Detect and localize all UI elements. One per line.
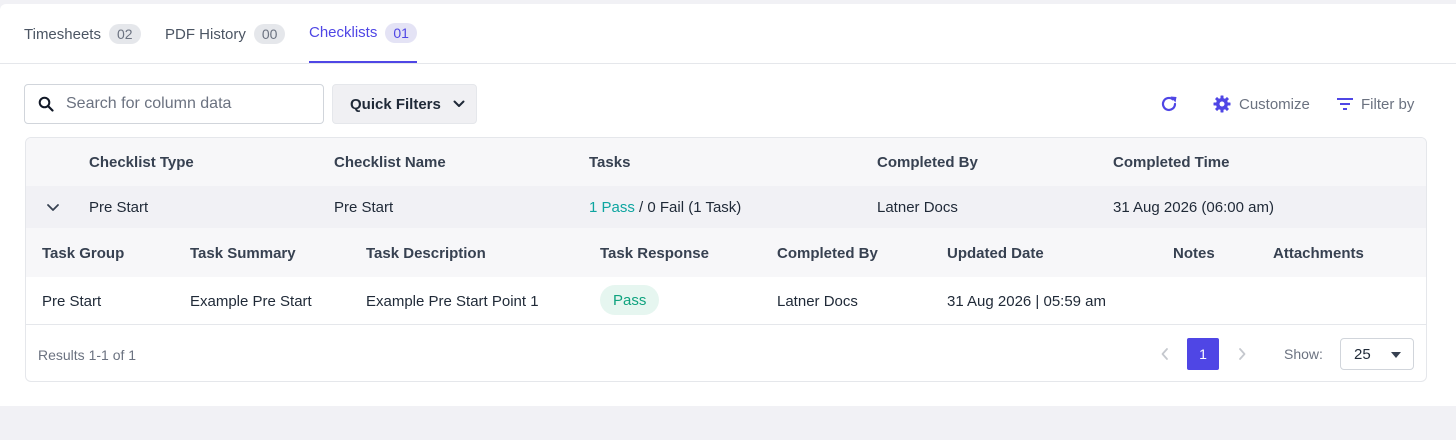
customize-label: Customize xyxy=(1239,95,1310,113)
show-label: Show: xyxy=(1284,346,1323,362)
tab-count-badge: 00 xyxy=(253,24,286,44)
column-header-checklist-type[interactable]: Checklist Type xyxy=(89,154,194,171)
search-input[interactable] xyxy=(66,95,306,113)
chevron-down-icon[interactable] xyxy=(45,199,61,215)
caret-down-icon xyxy=(1391,352,1401,358)
tasks-summary: / 0 Fail (1 Task) xyxy=(634,199,742,216)
cell-updated-date: 31 Aug 2026 | 05:59 am xyxy=(947,293,1107,310)
tab-label: PDF History xyxy=(165,25,246,43)
tab-pdf-history[interactable]: PDF History 00 xyxy=(165,4,286,64)
column-header-attachments: Attachments xyxy=(1273,245,1364,262)
tab-checklists[interactable]: Checklists 01 xyxy=(309,4,417,63)
table-footer: Results 1-1 of 1 1 Show: 25 xyxy=(26,326,1426,381)
task-response-badge: Pass xyxy=(600,285,660,315)
tab-bar: Timesheets 02 PDF History 00 Checklists … xyxy=(0,4,1456,64)
tab-count-badge: 02 xyxy=(108,24,141,44)
tab-label: Timesheets xyxy=(24,25,101,43)
table-row[interactable]: Pre Start Pre Start 1 Pass / 0 Fail (1 T… xyxy=(26,186,1426,228)
results-count: Results 1-1 of 1 xyxy=(38,347,137,363)
filter-by-button[interactable]: Filter by xyxy=(1337,92,1414,116)
cell-task-description: Example Pre Start Point 1 xyxy=(366,293,539,310)
cell-checklist-name: Pre Start xyxy=(334,199,394,216)
filter-icon xyxy=(1337,98,1353,110)
column-header-task-description: Task Description xyxy=(366,245,486,262)
gear-icon xyxy=(1213,95,1231,113)
sub-table-header: Task Group Task Summary Task Description… xyxy=(26,228,1426,277)
column-header-completed-time[interactable]: Completed Time xyxy=(1113,154,1229,171)
page-size-select[interactable]: 25 xyxy=(1340,338,1414,370)
cell-completed-by: Latner Docs xyxy=(877,199,958,216)
column-header-updated-date: Updated Date xyxy=(947,245,1044,262)
checklists-panel: Timesheets 02 PDF History 00 Checklists … xyxy=(0,4,1456,406)
search-box[interactable] xyxy=(24,84,324,124)
chevron-left-icon[interactable] xyxy=(1160,347,1170,361)
checklists-table: Checklist Type Checklist Name Tasks Comp… xyxy=(25,137,1427,382)
page-size-value: 25 xyxy=(1354,345,1371,363)
column-header-task-group: Task Group xyxy=(42,245,125,262)
cell-task-group: Pre Start xyxy=(42,293,102,310)
column-header-checklist-name[interactable]: Checklist Name xyxy=(334,154,446,171)
cell-completed-time: 31 Aug 2026 (06:00 am) xyxy=(1113,199,1274,216)
quick-filters-label: Quick Filters xyxy=(350,95,441,113)
tasks-pass-count: 1 Pass xyxy=(589,199,635,216)
column-header-task-summary: Task Summary xyxy=(190,245,296,262)
quick-filters-button[interactable]: Quick Filters xyxy=(332,84,477,124)
tab-label: Checklists xyxy=(309,24,378,41)
column-header-completed-by: Completed By xyxy=(777,245,878,262)
column-header-completed-by[interactable]: Completed By xyxy=(877,154,978,171)
cell-tasks: 1 Pass / 0 Fail (1 Task) xyxy=(589,199,741,216)
tab-count-badge: 01 xyxy=(385,22,417,43)
cell-task-summary: Example Pre Start xyxy=(190,293,312,310)
cell-completed-by: Latner Docs xyxy=(777,293,858,310)
page-number-button[interactable]: 1 xyxy=(1187,338,1219,370)
refresh-icon[interactable] xyxy=(1159,94,1179,114)
chevron-right-icon[interactable] xyxy=(1237,347,1247,361)
column-header-notes: Notes xyxy=(1173,245,1215,262)
customize-button[interactable]: Customize xyxy=(1213,92,1310,116)
table-header: Checklist Type Checklist Name Tasks Comp… xyxy=(26,138,1426,186)
tab-timesheets[interactable]: Timesheets 02 xyxy=(24,4,141,64)
filter-by-label: Filter by xyxy=(1361,95,1415,113)
cell-checklist-type: Pre Start xyxy=(89,199,149,216)
search-icon xyxy=(38,96,54,112)
column-header-tasks[interactable]: Tasks xyxy=(589,154,630,171)
chevron-down-icon xyxy=(453,100,465,107)
sub-table-row: Pre Start Example Pre Start Example Pre … xyxy=(26,277,1426,325)
column-header-task-response: Task Response xyxy=(600,245,709,262)
